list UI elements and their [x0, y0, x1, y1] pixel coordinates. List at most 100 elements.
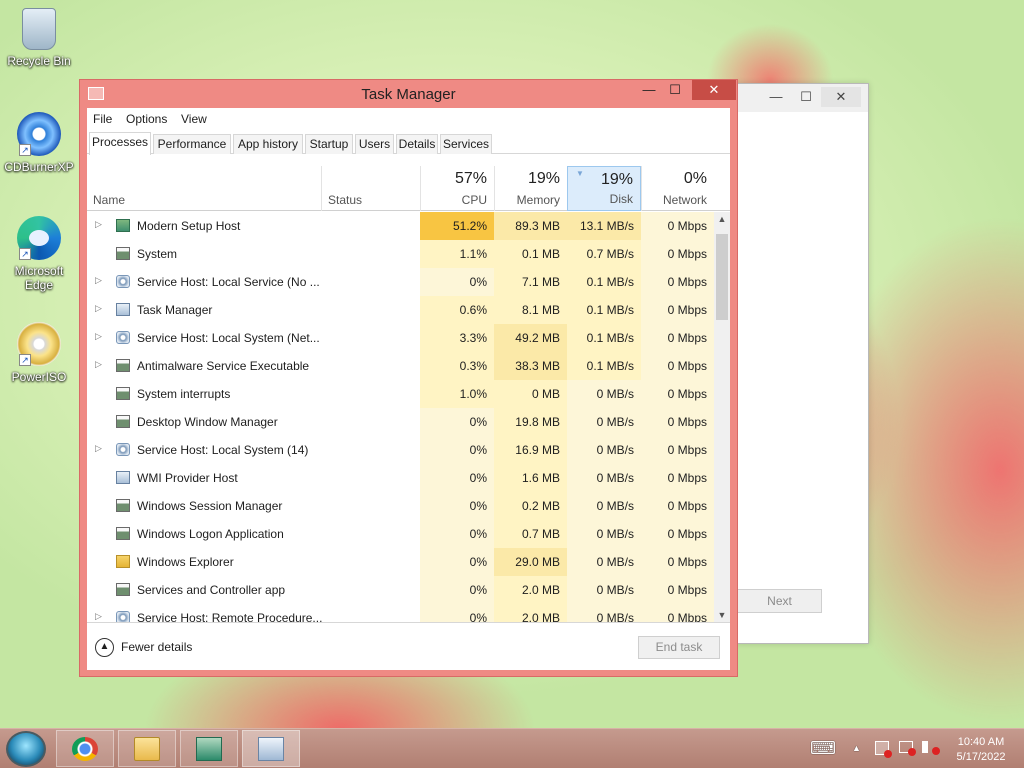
desktop-icon-cdburnerxp[interactable]: ↗ CDBurnerXP: [1, 112, 77, 174]
action-center-flag-icon[interactable]: [875, 741, 892, 758]
scroll-up-icon[interactable]: ▲: [714, 212, 730, 226]
expand-chevron-icon[interactable]: ▷: [95, 443, 102, 454]
column-header-name[interactable]: Name: [87, 166, 321, 211]
maximize-button[interactable]: ☐: [793, 87, 819, 107]
process-memory: 29.0 MB: [494, 548, 567, 576]
process-disk: 0.1 MB/s: [567, 268, 641, 296]
task-manager-window[interactable]: Task Manager — ☐ ✕ File Options View Pro…: [79, 79, 738, 677]
background-window-titlebar[interactable]: — ☐ ✕: [737, 84, 868, 112]
tab-users[interactable]: Users: [355, 134, 394, 154]
vertical-scrollbar[interactable]: ▲ ▼: [714, 212, 730, 622]
expand-chevron-icon[interactable]: ▷: [95, 303, 102, 314]
process-cpu: 51.2%: [420, 212, 494, 240]
tab-performance[interactable]: Performance: [153, 134, 231, 154]
application-window-icon: [116, 415, 130, 428]
process-row[interactable]: ▷ Service Host: Local System (Net... 3.3% 4…: [87, 324, 714, 352]
process-disk: 0 MB/s: [567, 408, 641, 436]
process-row[interactable]: ▷ Modern Setup Host 51.2% 89.3 MB 13.1 MB/s 0…: [87, 212, 714, 240]
process-row[interactable]: Desktop Window Manager 0% 19.8 MB 0 MB/s 0 M…: [87, 408, 714, 436]
tab-app-history[interactable]: App history: [233, 134, 303, 154]
tab-processes[interactable]: Processes: [89, 132, 151, 155]
column-header-disk[interactable]: ▼ 19% Disk: [567, 166, 641, 211]
application-window-icon: [116, 527, 130, 540]
process-row[interactable]: ▷ Antimalware Service Executable 0.3% 38.3 …: [87, 352, 714, 380]
maximize-button[interactable]: ☐: [662, 80, 688, 100]
close-button[interactable]: ✕: [821, 87, 861, 107]
process-name: Service Host: Local System (14): [137, 443, 309, 457]
menu-file[interactable]: File: [93, 112, 112, 126]
start-button[interactable]: [6, 731, 46, 767]
expand-chevron-icon[interactable]: ▷: [95, 219, 102, 230]
process-cpu: 0%: [420, 408, 494, 436]
application-window-icon: [116, 499, 130, 512]
process-disk: 0 MB/s: [567, 576, 641, 604]
desktop-icon-poweriso[interactable]: ↗ PowerISO: [1, 322, 77, 384]
process-row[interactable]: ▷ Task Manager 0.6% 8.1 MB 0.1 MB/s 0 Mbps: [87, 296, 714, 324]
process-disk: 0 MB/s: [567, 492, 641, 520]
chevron-up-icon[interactable]: ▲: [95, 638, 114, 657]
menu-options[interactable]: Options: [126, 112, 167, 126]
process-row[interactable]: System 1.1% 0.1 MB 0.7 MB/s 0 Mbps: [87, 240, 714, 268]
process-disk: 0 MB/s: [567, 520, 641, 548]
process-cpu: 3.3%: [420, 324, 494, 352]
clock[interactable]: 10:40 AM 5/17/2022: [946, 735, 1016, 765]
process-row[interactable]: ▷ Service Host: Local Service (No ... 0% 7.…: [87, 268, 714, 296]
expand-chevron-icon[interactable]: ▷: [95, 331, 102, 342]
application-window-icon: [116, 387, 130, 400]
process-row[interactable]: Windows Session Manager 0% 0.2 MB 0 MB/s 0 M…: [87, 492, 714, 520]
process-name: Modern Setup Host: [137, 219, 241, 233]
tab-startup[interactable]: Startup: [305, 134, 353, 154]
application-window-icon: [116, 583, 130, 596]
service-gear-icon: [116, 443, 130, 456]
shortcut-arrow-icon: ↗: [19, 248, 31, 260]
taskbar-setup[interactable]: [180, 730, 238, 767]
next-button[interactable]: Next: [737, 589, 822, 613]
background-wizard-window[interactable]: — ☐ ✕ Next: [736, 83, 869, 644]
desktop-icon-microsoft-edge[interactable]: ↗ Microsoft Edge: [1, 216, 77, 292]
column-header-network[interactable]: 0% Network: [641, 166, 730, 211]
expand-chevron-icon[interactable]: ▷: [95, 359, 102, 370]
desktop-icon-recycle-bin[interactable]: Recycle Bin: [1, 8, 77, 68]
process-disk: 0.1 MB/s: [567, 352, 641, 380]
process-row[interactable]: WMI Provider Host 0% 1.6 MB 0 MB/s 0 Mbps: [87, 464, 714, 492]
process-row[interactable]: ▷ Service Host: Local System (14) 0% 16.9 M…: [87, 436, 714, 464]
minimize-button[interactable]: —: [763, 87, 789, 107]
menu-view[interactable]: View: [181, 112, 207, 126]
network-icon[interactable]: [899, 741, 916, 756]
process-row[interactable]: ▷ Service Host: Remote Procedure... 0% 2.0 …: [87, 604, 714, 622]
task-manager-titlebar[interactable]: Task Manager — ☐ ✕: [80, 80, 737, 106]
process-row[interactable]: System interrupts 1.0% 0 MB 0 MB/s 0 Mbps: [87, 380, 714, 408]
process-cpu: 0%: [420, 464, 494, 492]
process-row[interactable]: Windows Explorer 0% 29.0 MB 0 MB/s 0 Mbps: [87, 548, 714, 576]
application-window-icon: [116, 359, 130, 372]
column-header-cpu[interactable]: 57% CPU: [420, 166, 494, 211]
process-name: Services and Controller app: [137, 583, 286, 597]
scroll-down-icon[interactable]: ▼: [714, 608, 730, 622]
end-task-button[interactable]: End task: [638, 636, 720, 659]
taskbar-task-manager[interactable]: [242, 730, 300, 767]
keyboard-icon[interactable]: ⌨: [810, 738, 836, 759]
expand-chevron-icon[interactable]: ▷: [95, 611, 102, 622]
process-network: 0 Mbps: [641, 408, 714, 436]
volume-muted-icon[interactable]: [922, 741, 940, 755]
column-header-memory[interactable]: 19% Memory: [494, 166, 567, 211]
tab-details[interactable]: Details: [396, 134, 438, 154]
scroll-thumb[interactable]: [716, 234, 728, 320]
column-label: Network: [662, 193, 707, 207]
fewer-details-link[interactable]: Fewer details: [121, 640, 192, 654]
taskbar-file-explorer[interactable]: [118, 730, 176, 767]
process-cpu: 0%: [420, 548, 494, 576]
close-button[interactable]: ✕: [692, 80, 736, 100]
process-disk: 0 MB/s: [567, 380, 641, 408]
tab-services[interactable]: Services: [440, 134, 492, 154]
minimize-button[interactable]: —: [636, 80, 662, 100]
show-hidden-icons-icon[interactable]: ▲: [852, 743, 861, 753]
column-header-status[interactable]: Status: [321, 166, 420, 211]
process-row[interactable]: Services and Controller app 0% 2.0 MB 0 MB/…: [87, 576, 714, 604]
taskbar-chrome[interactable]: [56, 730, 114, 767]
process-row[interactable]: Windows Logon Application 0% 0.7 MB 0 MB/s 0…: [87, 520, 714, 548]
process-name: Antimalware Service Executable: [137, 359, 310, 373]
cpu-total: 57%: [454, 170, 487, 187]
date: 5/17/2022: [956, 751, 1006, 763]
expand-chevron-icon[interactable]: ▷: [95, 275, 102, 286]
